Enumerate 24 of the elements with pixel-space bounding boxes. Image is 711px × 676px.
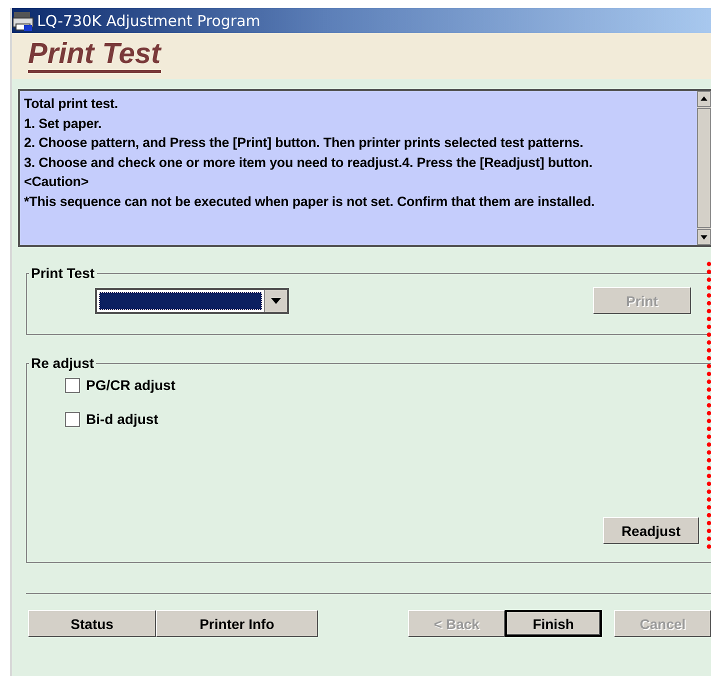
instruction-line: <Caution> [24, 173, 90, 191]
page-title: Print Test [28, 40, 161, 72]
window-title: LQ-730K Adjustment Program [37, 12, 260, 30]
instruction-line: *This sequence can not be executed when paper is not set. Confirm that them are installed. [24, 192, 596, 211]
scroll-bar[interactable] [697, 91, 711, 245]
group-label: Print Test [30, 265, 96, 281]
scroll-up-icon[interactable] [697, 91, 711, 107]
scroll-thumb[interactable] [697, 108, 711, 228]
group-label: Re adjust [30, 355, 96, 371]
button[interactable]: Readjust [603, 517, 699, 544]
instruction-line: Total print test. [24, 95, 120, 113]
button[interactable]: Printer Info [156, 610, 318, 637]
checkbox-label: Bi-d adjust [86, 411, 158, 427]
instruction-line: 1. Set paper. [24, 114, 103, 133]
checkbox[interactable] [65, 412, 80, 426]
pattern-dropdown[interactable] [95, 288, 289, 314]
checkbox[interactable] [65, 378, 80, 392]
checkbox-label: PG/CR adjust [86, 377, 176, 393]
button[interactable]: Status [28, 610, 156, 637]
scroll-down-icon[interactable] [697, 229, 711, 245]
instruction-line: 2. Choose pattern, and Press the [Print] button. Then printer prints selected test patterns. [24, 134, 584, 152]
instruction-line: 3. Choose and check one or more item you need to readjust.4. Press the [Readjust] button. [24, 154, 594, 172]
button[interactable]: Finish [505, 610, 602, 637]
caret-icon [271, 298, 281, 304]
